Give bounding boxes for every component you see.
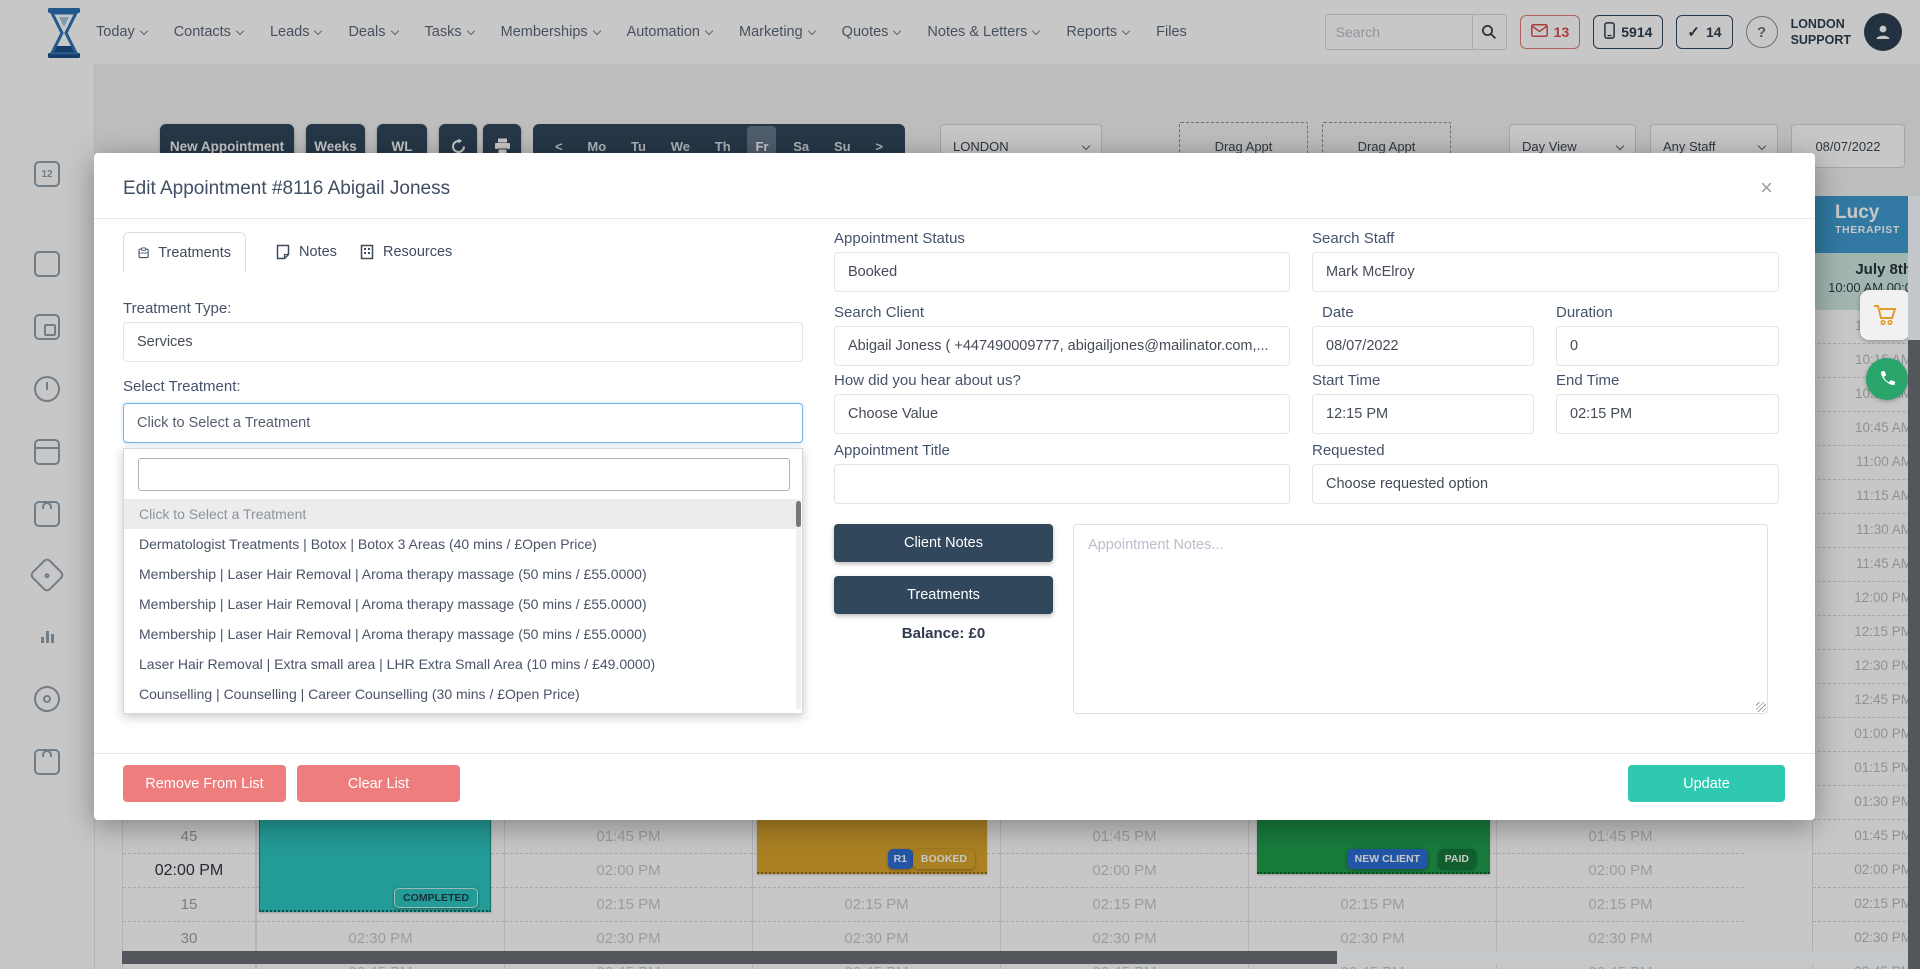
requested-value: Choose requested option	[1326, 476, 1488, 492]
cart-fab[interactable]	[1860, 290, 1910, 340]
appointment-status-select[interactable]: Booked	[834, 252, 1290, 292]
start-time-field[interactable]	[1312, 394, 1534, 434]
treatment-combo[interactable]: Click to Select a Treatment	[123, 403, 803, 443]
dropdown-option[interactable]: Dermatologist Treatments | Botox | Botox…	[124, 529, 798, 559]
dropdown-option[interactable]: Membership | Laser Hair Removal | Aroma …	[124, 589, 798, 619]
start-time-label: Start Time	[1312, 372, 1380, 389]
dropdown-scrollbar[interactable]	[796, 499, 801, 709]
appointment-status-label: Appointment Status	[834, 230, 965, 247]
app: Today Contacts Leads Deals Tasks Members…	[0, 0, 1920, 969]
end-time-field[interactable]	[1556, 394, 1779, 434]
horizontal-scrollbar[interactable]	[122, 951, 1908, 964]
horizontal-scrollbar-thumb[interactable]	[122, 951, 1337, 964]
start-time-input[interactable]	[1326, 406, 1520, 422]
modal-header-divider	[94, 218, 1815, 219]
tab-label: Resources	[383, 244, 452, 260]
requested-label: Requested	[1312, 442, 1385, 459]
edit-appointment-modal: Edit Appointment #8116 Abigail Joness × …	[94, 153, 1815, 820]
shopping-cart-icon	[1872, 302, 1898, 328]
building-icon	[360, 244, 374, 260]
appointment-title-field[interactable]	[834, 464, 1290, 504]
dropdown-option[interactable]: Counselling | Counselling | Career Couns…	[124, 679, 798, 709]
date-input[interactable]	[1326, 338, 1520, 354]
tab-treatments[interactable]: Treatments	[123, 232, 246, 272]
modal-title: Edit Appointment #8116 Abigail Joness	[123, 178, 450, 200]
search-staff-input[interactable]	[1326, 264, 1765, 280]
select-treatment-label: Select Treatment:	[123, 378, 241, 395]
hear-about-value: Choose Value	[848, 406, 938, 422]
treatment-type-value: Services	[137, 334, 193, 350]
treatment-type-select[interactable]: Services	[123, 322, 803, 362]
tab-label: Notes	[299, 244, 337, 260]
date-label: Date	[1322, 304, 1354, 321]
hear-about-label: How did you hear about us?	[834, 372, 1021, 389]
dropdown-option[interactable]: Click to Select a Treatment	[124, 499, 798, 529]
balance-text: Balance: £0	[834, 625, 1053, 642]
dropdown-option[interactable]: Laser Hair Removal | Extra small area | …	[124, 649, 798, 679]
remove-from-list-button[interactable]: Remove From List	[123, 765, 286, 802]
treatment-type-label: Treatment Type:	[123, 300, 231, 317]
treatments-button[interactable]: Treatments	[834, 576, 1053, 614]
duration-label: Duration	[1556, 304, 1613, 321]
note-icon	[276, 244, 290, 260]
phone-fab[interactable]	[1866, 358, 1908, 400]
tab-label: Treatments	[158, 245, 231, 261]
search-staff-field[interactable]	[1312, 252, 1779, 292]
appointment-title-label: Appointment Title	[834, 442, 950, 459]
dropdown-scrollbar-thumb[interactable]	[796, 501, 801, 527]
requested-select[interactable]: Choose requested option	[1312, 464, 1779, 504]
update-button[interactable]: Update	[1628, 765, 1785, 802]
appointment-notes-textarea[interactable]	[1073, 524, 1768, 714]
clear-list-button[interactable]: Clear List	[297, 765, 460, 802]
modal-footer-divider	[94, 753, 1815, 754]
close-icon[interactable]: ×	[1760, 175, 1773, 201]
tab-resources[interactable]: Resources	[346, 232, 466, 272]
client-notes-button[interactable]: Client Notes	[834, 524, 1053, 562]
treatment-dropdown-panel: Click to Select a Treatment Dermatologis…	[123, 448, 803, 714]
vertical-scrollbar-thumb[interactable]	[1908, 340, 1920, 969]
end-time-input[interactable]	[1570, 406, 1765, 422]
resize-handle[interactable]	[1756, 702, 1766, 712]
search-client-label: Search Client	[834, 304, 924, 321]
appointment-status-value: Booked	[848, 264, 897, 280]
dropdown-search	[138, 458, 790, 491]
appointment-title-input[interactable]	[848, 476, 1276, 492]
duration-field[interactable]	[1556, 326, 1779, 366]
phone-call-icon	[1877, 369, 1897, 389]
hear-about-select[interactable]: Choose Value	[834, 394, 1290, 434]
duration-input[interactable]	[1570, 338, 1765, 354]
search-client-input[interactable]	[848, 338, 1276, 354]
clipboard-icon	[138, 245, 149, 261]
treatment-combo-value: Click to Select a Treatment	[137, 415, 310, 431]
search-client-field[interactable]	[834, 326, 1290, 366]
date-field[interactable]	[1312, 326, 1534, 366]
dropdown-search-input[interactable]	[139, 459, 789, 490]
dropdown-option[interactable]: Membership | Laser Hair Removal | Aroma …	[124, 559, 798, 589]
dropdown-option[interactable]: Membership | Laser Hair Removal | Aroma …	[124, 619, 798, 649]
end-time-label: End Time	[1556, 372, 1619, 389]
search-staff-label: Search Staff	[1312, 230, 1394, 247]
vertical-scrollbar[interactable]	[1908, 196, 1920, 969]
tab-notes[interactable]: Notes	[262, 232, 351, 272]
